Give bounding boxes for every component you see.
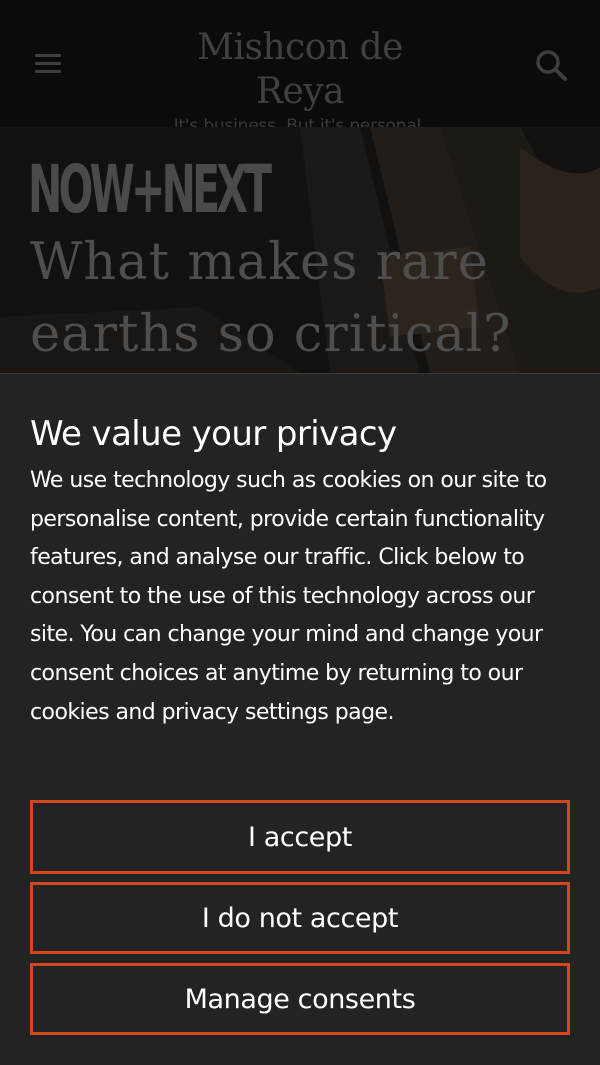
manage-consents-button[interactable]: Manage consents bbox=[30, 963, 570, 1035]
menu-bar bbox=[35, 62, 61, 65]
now-next-logo: NOW+NEXT bbox=[28, 151, 272, 228]
hero-banner: NOW+NEXT What makes rare earths so criti… bbox=[0, 127, 600, 373]
cookie-consent-panel: We value your privacy We use technology … bbox=[0, 373, 600, 1065]
site-logo[interactable]: Mishcon de Reya It's business. But it's … bbox=[150, 26, 450, 136]
logo-name: Mishcon de Reya bbox=[197, 27, 403, 112]
search-icon[interactable] bbox=[532, 46, 572, 86]
accept-button[interactable]: I accept bbox=[30, 800, 570, 874]
decline-button[interactable]: I do not accept bbox=[30, 882, 570, 954]
consent-description: We use technology such as cookies on our… bbox=[30, 468, 547, 725]
consent-title: We value your privacy bbox=[30, 414, 397, 454]
menu-bar bbox=[35, 54, 61, 57]
hamburger-menu-icon[interactable] bbox=[30, 48, 68, 80]
article-title[interactable]: What makes rare earths so critical? bbox=[30, 227, 550, 371]
site-header: Mishcon de Reya It's business. But it's … bbox=[0, 0, 600, 136]
menu-bar bbox=[35, 70, 61, 73]
